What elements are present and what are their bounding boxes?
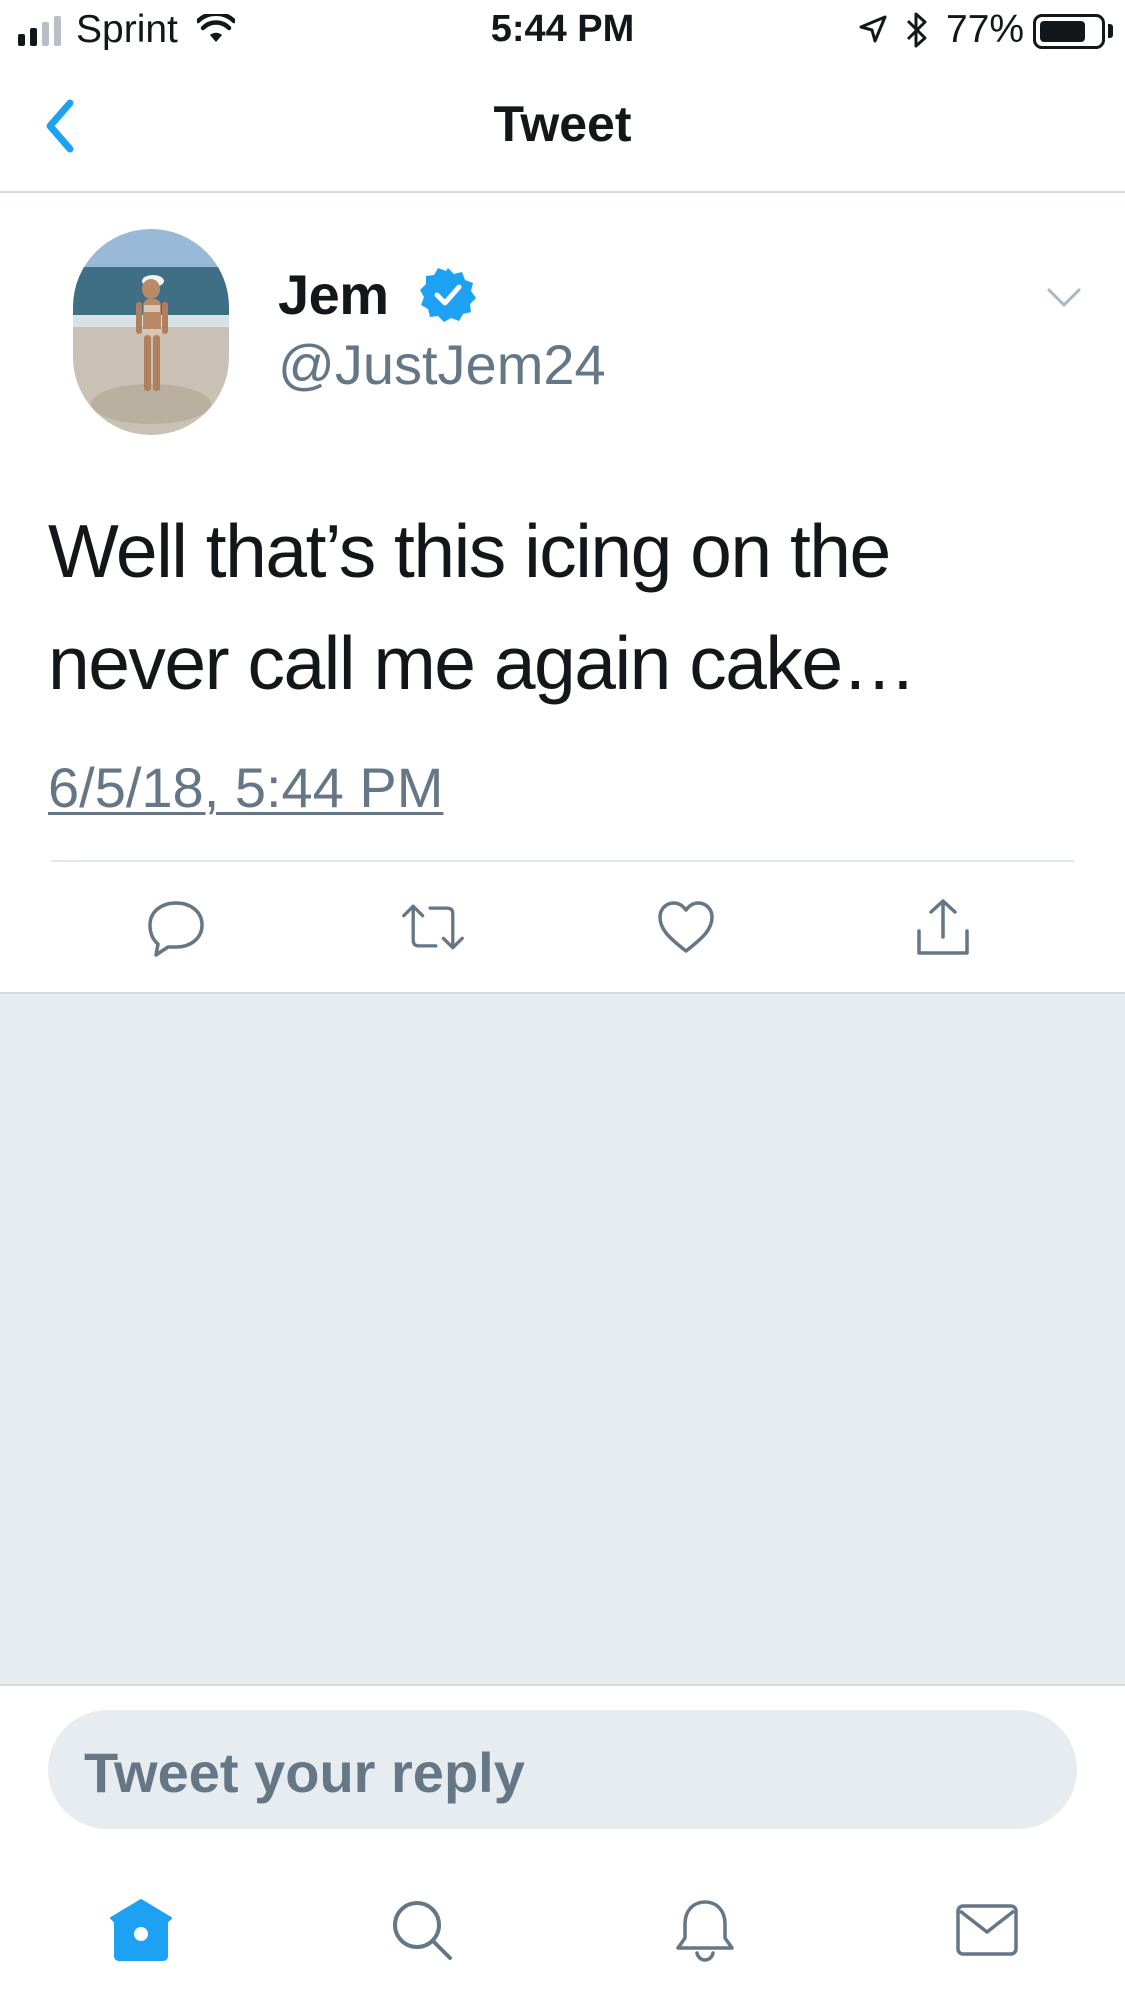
battery-tip [1108,24,1113,38]
retweet-button[interactable] [400,894,466,960]
avatar[interactable] [73,229,229,435]
retweet-icon [402,904,464,950]
tab-bar [0,1860,1125,2001]
tweet-timestamp[interactable]: 6/5/18, 5:44 PM [48,755,443,820]
share-icon [917,899,969,955]
tweet-actions [0,862,1125,992]
reply-icon [148,901,204,957]
location-arrow-icon [859,15,887,43]
reply-placeholder: Tweet your reply [84,1741,525,1804]
display-name[interactable]: Jem [278,262,389,327]
avatar-photo [73,229,229,435]
navigation-bar: Tweet [0,62,1125,193]
notifications-icon [676,1900,734,1962]
battery-percent: 77% [946,8,1025,51]
bluetooth-icon [906,12,927,48]
tab-messages[interactable] [951,1894,1023,1966]
search-icon [393,1901,452,1960]
chevron-down-icon[interactable] [1046,286,1082,310]
reply-input[interactable]: Tweet your reply [48,1710,1077,1829]
status-bar: Sprint 5:44 PM 77% [0,0,1125,62]
like-icon [658,901,714,953]
tab-home[interactable] [105,1894,177,1966]
reply-button[interactable] [143,894,209,960]
verified-badge-icon [420,268,476,322]
tweet-text: Well that’s this icing on the never call… [48,509,917,705]
share-button[interactable] [910,894,976,960]
tab-notifications[interactable] [669,1894,741,1966]
user-handle[interactable]: @JustJem24 [278,332,606,397]
page-title: Tweet [493,96,632,152]
home-icon [110,1899,172,1961]
battery-icon [1033,14,1105,49]
replies-area [0,992,1125,1686]
like-button[interactable] [653,894,719,960]
messages-icon [956,1904,1018,1956]
tab-search[interactable] [386,1894,458,1966]
